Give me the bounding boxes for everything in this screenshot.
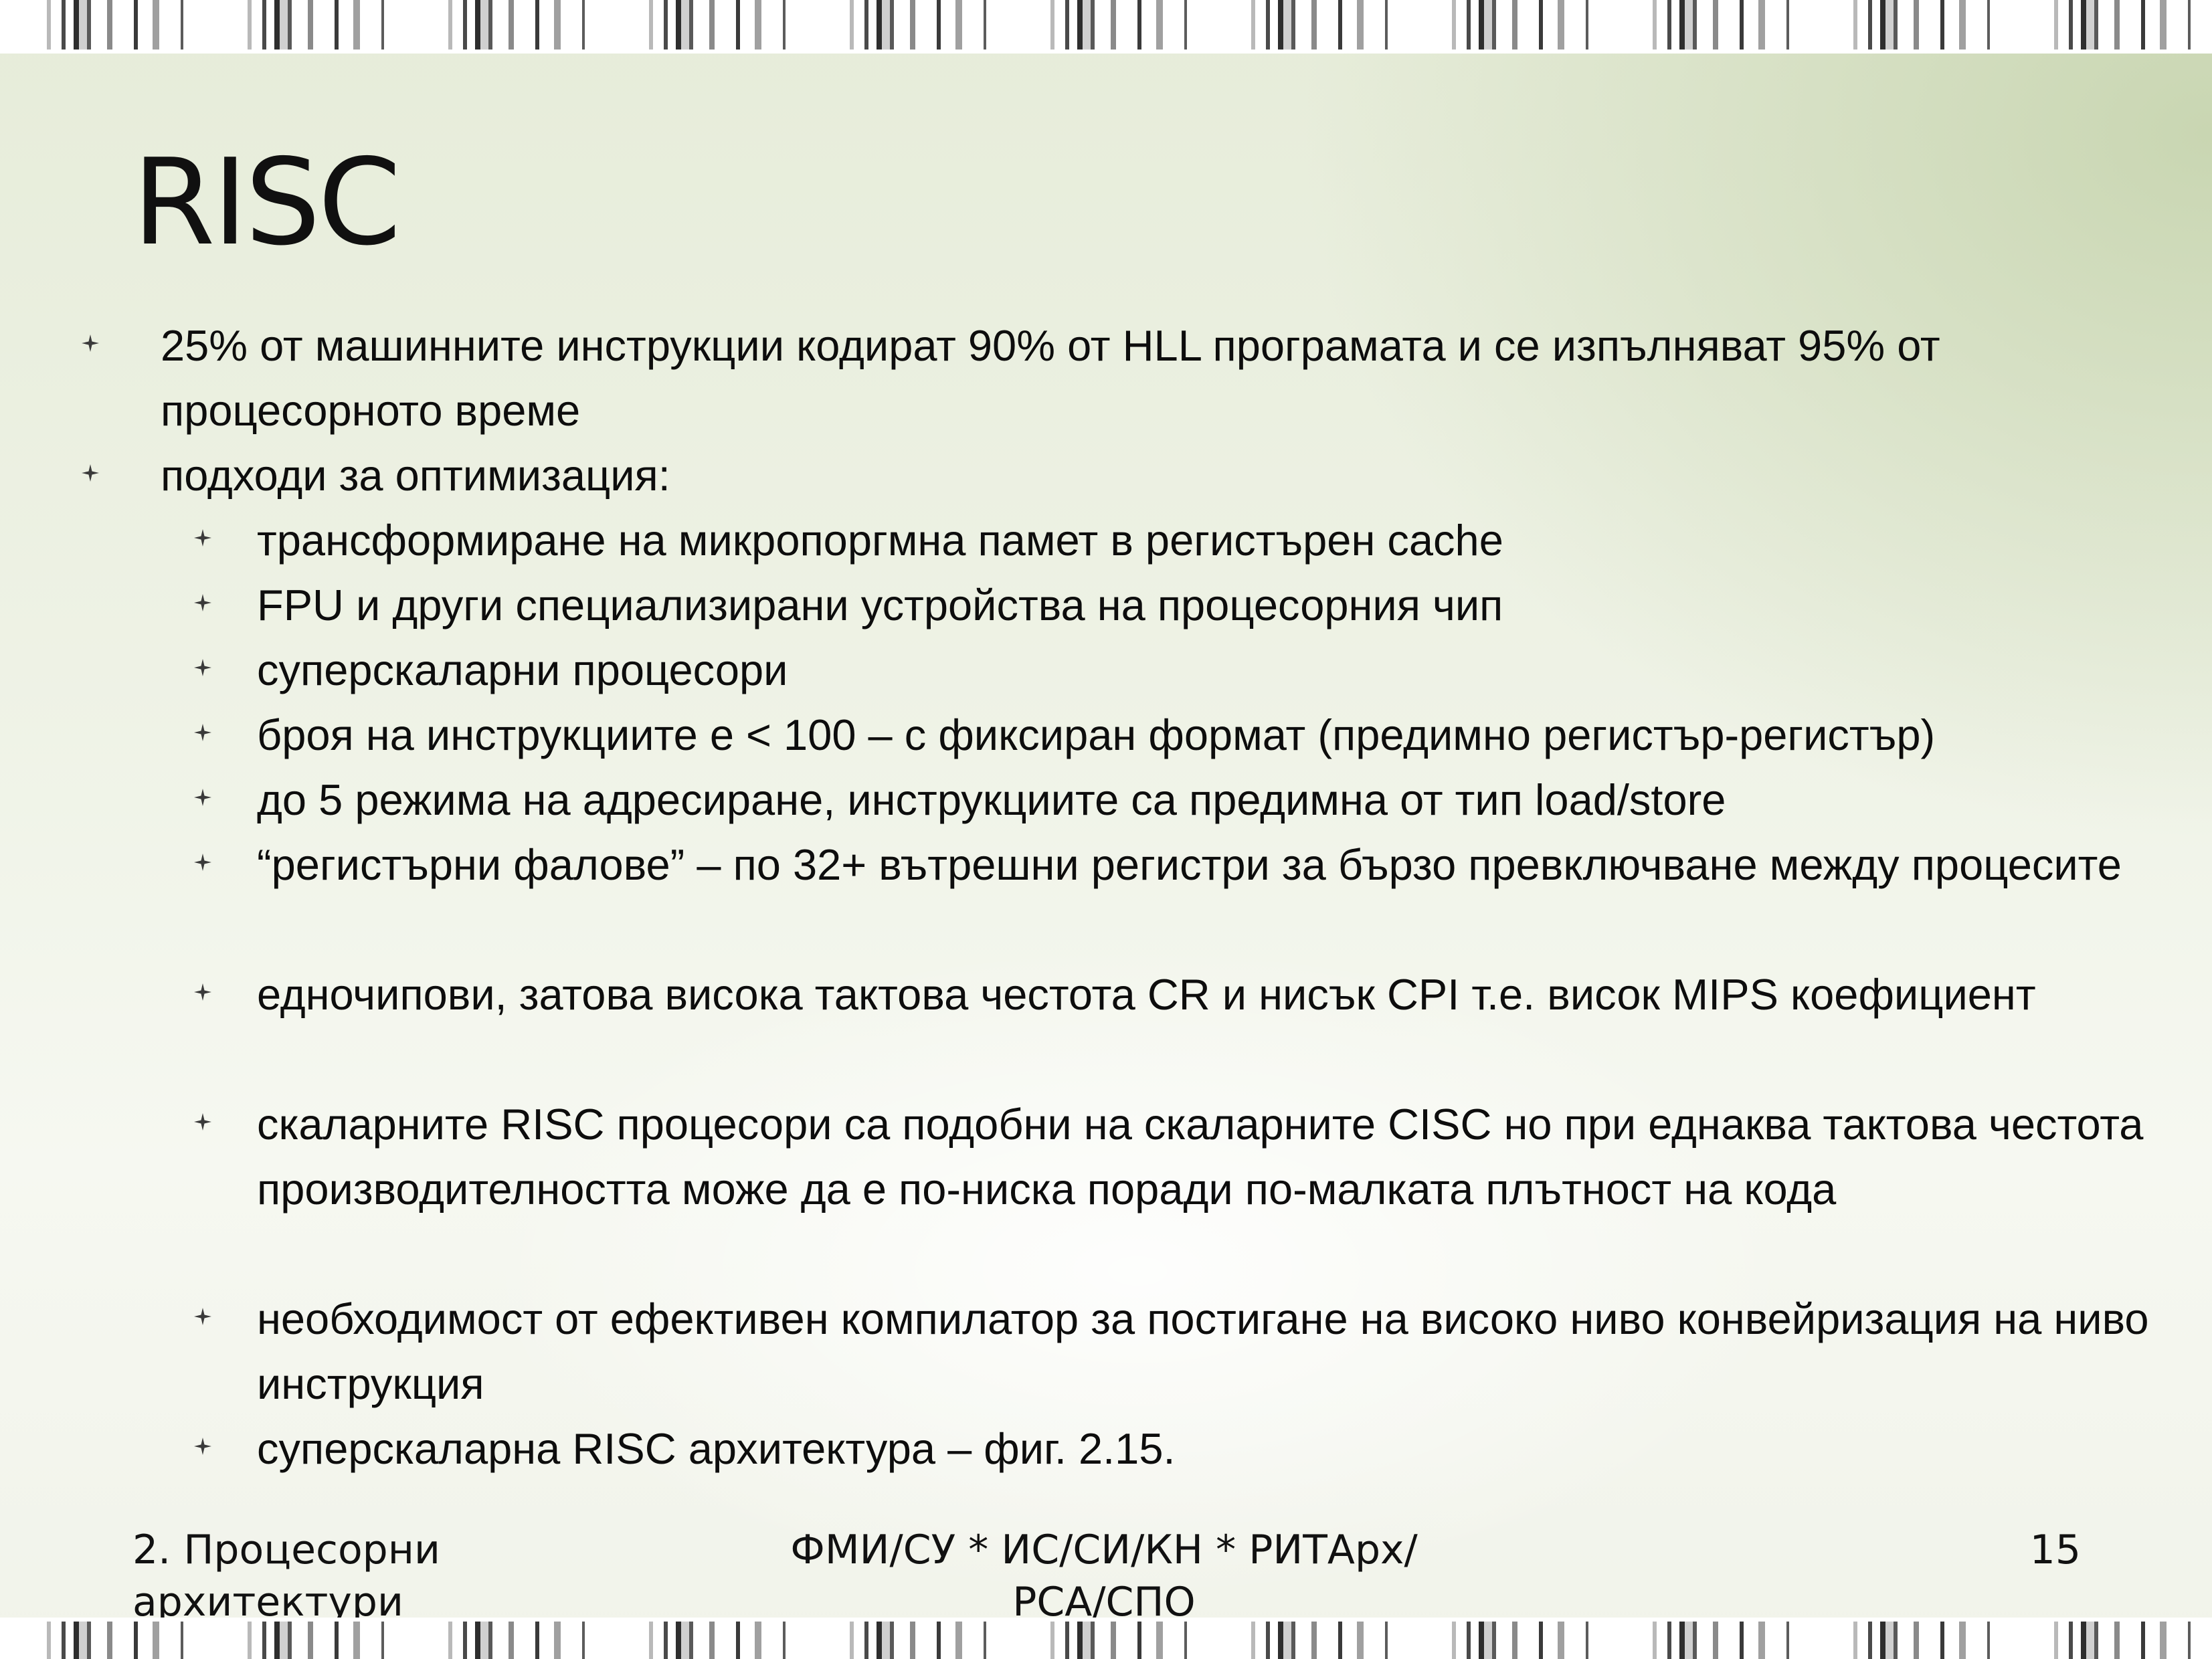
bullet-text: необходимост от ефективен компилатор за … [257, 1294, 2149, 1408]
bullet-icon [194, 854, 211, 871]
sub-bullet-item: необходимост от ефективен компилатор за … [194, 1286, 2171, 1416]
bullet-item: 25% от машинните инструкции кодират 90% … [82, 313, 2141, 443]
bullet-text: подходи за оптимизация: [161, 451, 670, 500]
bullet-icon [194, 724, 211, 741]
bullet-text: суперскаларна RISC архитектура – фиг. 2.… [257, 1424, 1176, 1473]
bullet-text: суперскаларни процесори [257, 646, 788, 694]
sub-bullet-item: суперскаларна RISC архитектура – фиг. 2.… [194, 1416, 2171, 1481]
bullet-icon [194, 529, 211, 547]
sub-bullet-item: едночипови, затова висока тактова честот… [194, 962, 2171, 1027]
bullet-icon [194, 659, 211, 676]
bullet-icon [194, 1438, 211, 1455]
bullet-icon [194, 983, 211, 1001]
bullet-text: скаларните RISC процесори са подобни на … [257, 1100, 2144, 1213]
sub-bullet-item: FPU и други специализирани устройства на… [194, 573, 2171, 638]
sub-bullet-item: трансформиране на микропоргмна памет в р… [194, 508, 2171, 573]
bullet-icon [194, 1308, 211, 1325]
bullet-icon [194, 594, 211, 611]
bullet-icon [194, 789, 211, 806]
sub-bullet-item: броя на инструкциите е < 100 – с фиксира… [194, 702, 2171, 767]
footer-section-label: 2. Процесорни архитектури [132, 1527, 440, 1626]
sub-bullet-item: до 5 режима на адресиране, инструкциите … [194, 767, 2171, 832]
bullet-text: трансформиране на микропоргмна памет в р… [257, 516, 1503, 565]
page-number: 15 [2029, 1527, 2081, 1573]
slide: RISC 25% от машинните инструкции кодират… [0, 0, 2212, 1659]
bullet-item: подходи за оптимизация: [82, 443, 2141, 508]
bullet-text: едночипови, затова висока тактова честот… [257, 970, 2036, 1019]
slide-title: RISC [132, 133, 401, 272]
bullet-text: 25% от машинните инструкции кодират 90% … [161, 321, 1940, 435]
sub-bullet-item: “регистърни фалове” – по 32+ вътрешни ре… [194, 832, 2171, 897]
bullet-text: “регистърни фалове” – по 32+ вътрешни ре… [257, 840, 2122, 889]
sub-bullet-item: суперскаларни процесори [194, 638, 2171, 702]
footer-course-label: ФМИ/СУ * ИС/СИ/КН * РИТАрх/РСА/СПО [790, 1527, 1418, 1626]
bullet-icon [194, 1113, 211, 1131]
bullet-icon [82, 464, 99, 482]
decorative-bottom-band [0, 1618, 2212, 1659]
bullet-text: FPU и други специализирани устройства на… [257, 581, 1503, 629]
bullet-icon [82, 334, 99, 352]
bullet-text: до 5 режима на адресиране, инструкциите … [257, 775, 1726, 824]
decorative-top-band [0, 0, 2212, 54]
bullet-text: броя на инструкциите е < 100 – с фиксира… [257, 710, 1936, 759]
sub-bullet-item: скаларните RISC процесори са подобни на … [194, 1092, 2171, 1222]
